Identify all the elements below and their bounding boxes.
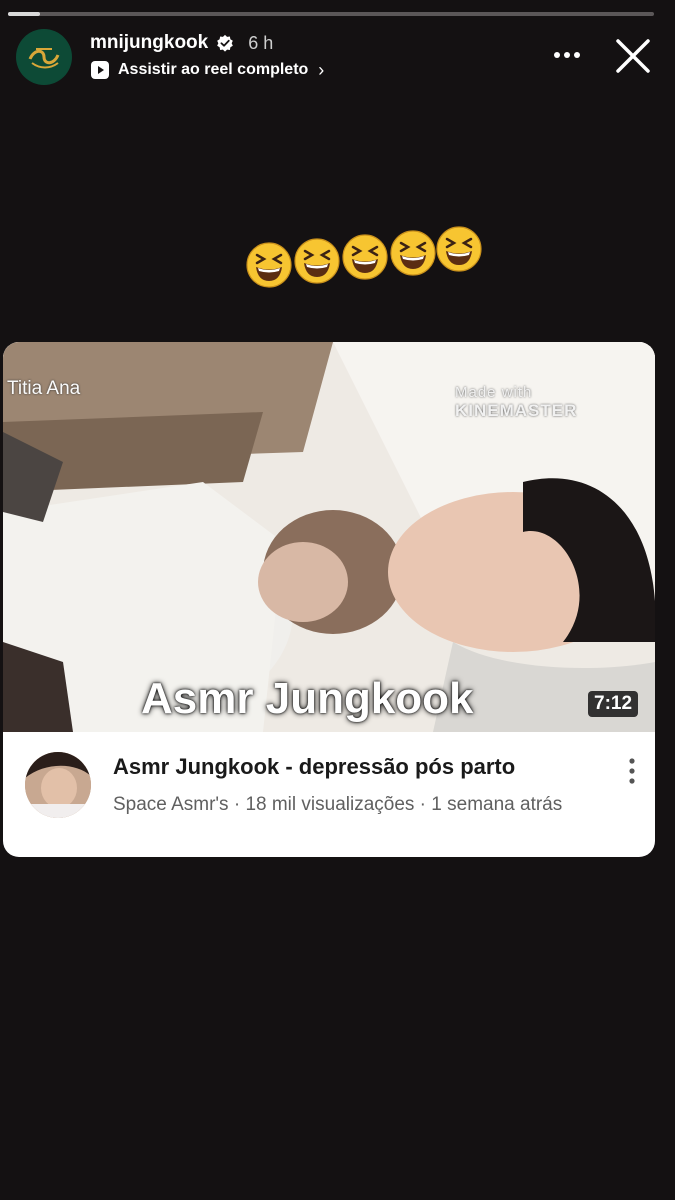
channel-avatar[interactable]: [25, 752, 91, 818]
thumbnail-watermark-right: Made with KINEMASTER: [455, 384, 655, 421]
grinning-squinting-face-icon: [342, 234, 388, 280]
video-thumbnail[interactable]: Titia Ana Made with KINEMASTER Asmr Jung…: [3, 342, 655, 732]
grinning-squinting-face-icon: [390, 230, 436, 276]
video-more-options-icon[interactable]: [625, 756, 639, 786]
more-options-icon[interactable]: [550, 42, 584, 68]
reel-link[interactable]: Assistir ao reel completo ›: [90, 58, 324, 82]
grinning-squinting-face-icon: [294, 238, 340, 284]
username[interactable]: mnijungkook: [90, 32, 208, 54]
thumbnail-title: Asmr Jungkook: [141, 674, 474, 723]
story-progress-bar: [8, 12, 654, 16]
grinning-squinting-face-icon: [436, 226, 482, 272]
video-card[interactable]: Titia Ana Made with KINEMASTER Asmr Jung…: [3, 342, 655, 857]
watermark-brand: KINEMASTER: [455, 401, 578, 420]
close-icon[interactable]: [612, 35, 654, 77]
video-title[interactable]: Asmr Jungkook - depressão pós parto: [113, 754, 515, 780]
grinning-squinting-face-icon: [246, 242, 292, 288]
reel-link-label: Assistir ao reel completo: [118, 61, 309, 78]
watermark-prefix: Made with: [455, 384, 533, 401]
post-time: 6 h: [248, 32, 274, 53]
video-meta: Space Asmr's · 18 mil visualizações · 1 …: [113, 794, 563, 815]
video-duration-badge: 7:12: [588, 691, 639, 717]
thumbnail-watermark-left: Titia Ana: [7, 378, 81, 399]
emoji-sticker-row: [246, 226, 486, 296]
verified-badge-icon: [217, 34, 234, 52]
play-reel-icon: [91, 61, 109, 79]
account-avatar[interactable]: [16, 29, 72, 85]
username-row: mnijungkook 6 h: [90, 30, 273, 56]
story-progress-fill: [8, 12, 41, 16]
chevron-right-icon: ›: [318, 59, 325, 80]
